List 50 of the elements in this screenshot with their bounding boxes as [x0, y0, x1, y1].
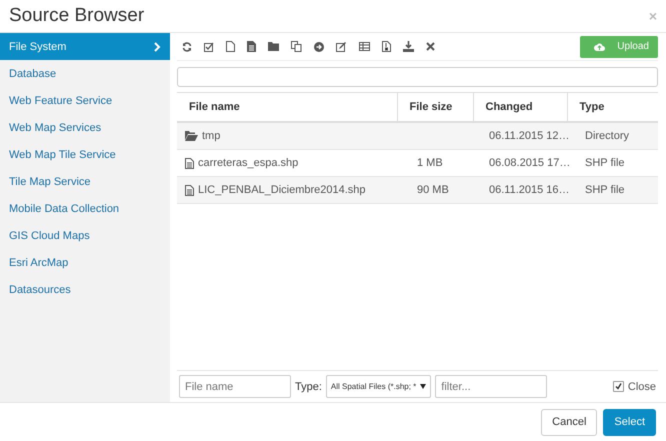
file-type: SHP file [585, 184, 625, 196]
folder-icon [185, 131, 198, 141]
filter-field[interactable]: filter... [435, 375, 548, 398]
sidebar-item[interactable]: Datasources [0, 276, 170, 303]
delete-icon[interactable] [426, 42, 435, 51]
sidebar-item[interactable]: Esri ArcMap [0, 249, 170, 276]
copy-icon[interactable] [291, 41, 302, 52]
search-field[interactable] [177, 67, 658, 87]
sidebar-item[interactable]: GIS Cloud Maps [0, 222, 170, 249]
type-label: Type: [295, 380, 322, 392]
file-name: LIC_PENBAL_Diciembre2014.shp [198, 184, 366, 196]
cloud-upload-icon [594, 42, 606, 50]
folder-icon[interactable] [268, 42, 279, 51]
close-checkbox[interactable] [612, 381, 624, 392]
table-icon[interactable] [359, 42, 370, 51]
arrow-circle-icon[interactable] [314, 42, 324, 52]
date-changed: 06.08.2015 17… [489, 157, 570, 169]
file-icon [185, 158, 194, 168]
checkbox-icon[interactable] [204, 42, 214, 52]
edit-icon[interactable] [336, 42, 347, 52]
document-icon[interactable] [247, 41, 256, 52]
window-title: Source Browser [9, 5, 144, 27]
sidebar-item[interactable]: Database [0, 60, 170, 87]
sidebar-item[interactable]: Web Map Tile Service [0, 141, 170, 168]
file-type: SHP file [585, 157, 625, 169]
close-label: Close [628, 380, 656, 392]
sidebar-item[interactable]: Web Feature Service [0, 87, 170, 114]
sidebar-item[interactable]: File System [0, 33, 170, 60]
sidebar-item[interactable]: Mobile Data Collection [0, 195, 170, 222]
file-size: 1 MB [417, 157, 443, 169]
sidebar-item[interactable]: Web Map Services [0, 114, 170, 141]
select-button[interactable]: Select [603, 408, 656, 436]
dropdown-caret-icon [420, 384, 426, 389]
download-icon[interactable] [403, 41, 414, 52]
date-changed: 06.11.2015 16… [489, 184, 570, 196]
archive-file-icon[interactable] [382, 41, 391, 52]
sidebar-item[interactable]: Tile Map Service [0, 168, 170, 195]
file-type: Directory [585, 130, 630, 142]
refresh-icon[interactable] [182, 42, 192, 52]
file-name: carreteras_espa.shp [198, 157, 298, 169]
upload-button[interactable]: Upload [580, 36, 658, 58]
date-changed: 06.11.2015 12… [489, 130, 570, 142]
type-dropdown[interactable]: All Spatial Files (*.shp; * [326, 375, 432, 398]
chevron-icon [154, 42, 161, 52]
file-name-field[interactable]: File name [179, 375, 291, 398]
file-icon [185, 184, 194, 196]
file-icon[interactable] [226, 41, 235, 52]
file-name: tmp [202, 130, 220, 142]
cancel-button[interactable]: Cancel [541, 408, 598, 436]
file-size: 90 MB [417, 184, 449, 196]
